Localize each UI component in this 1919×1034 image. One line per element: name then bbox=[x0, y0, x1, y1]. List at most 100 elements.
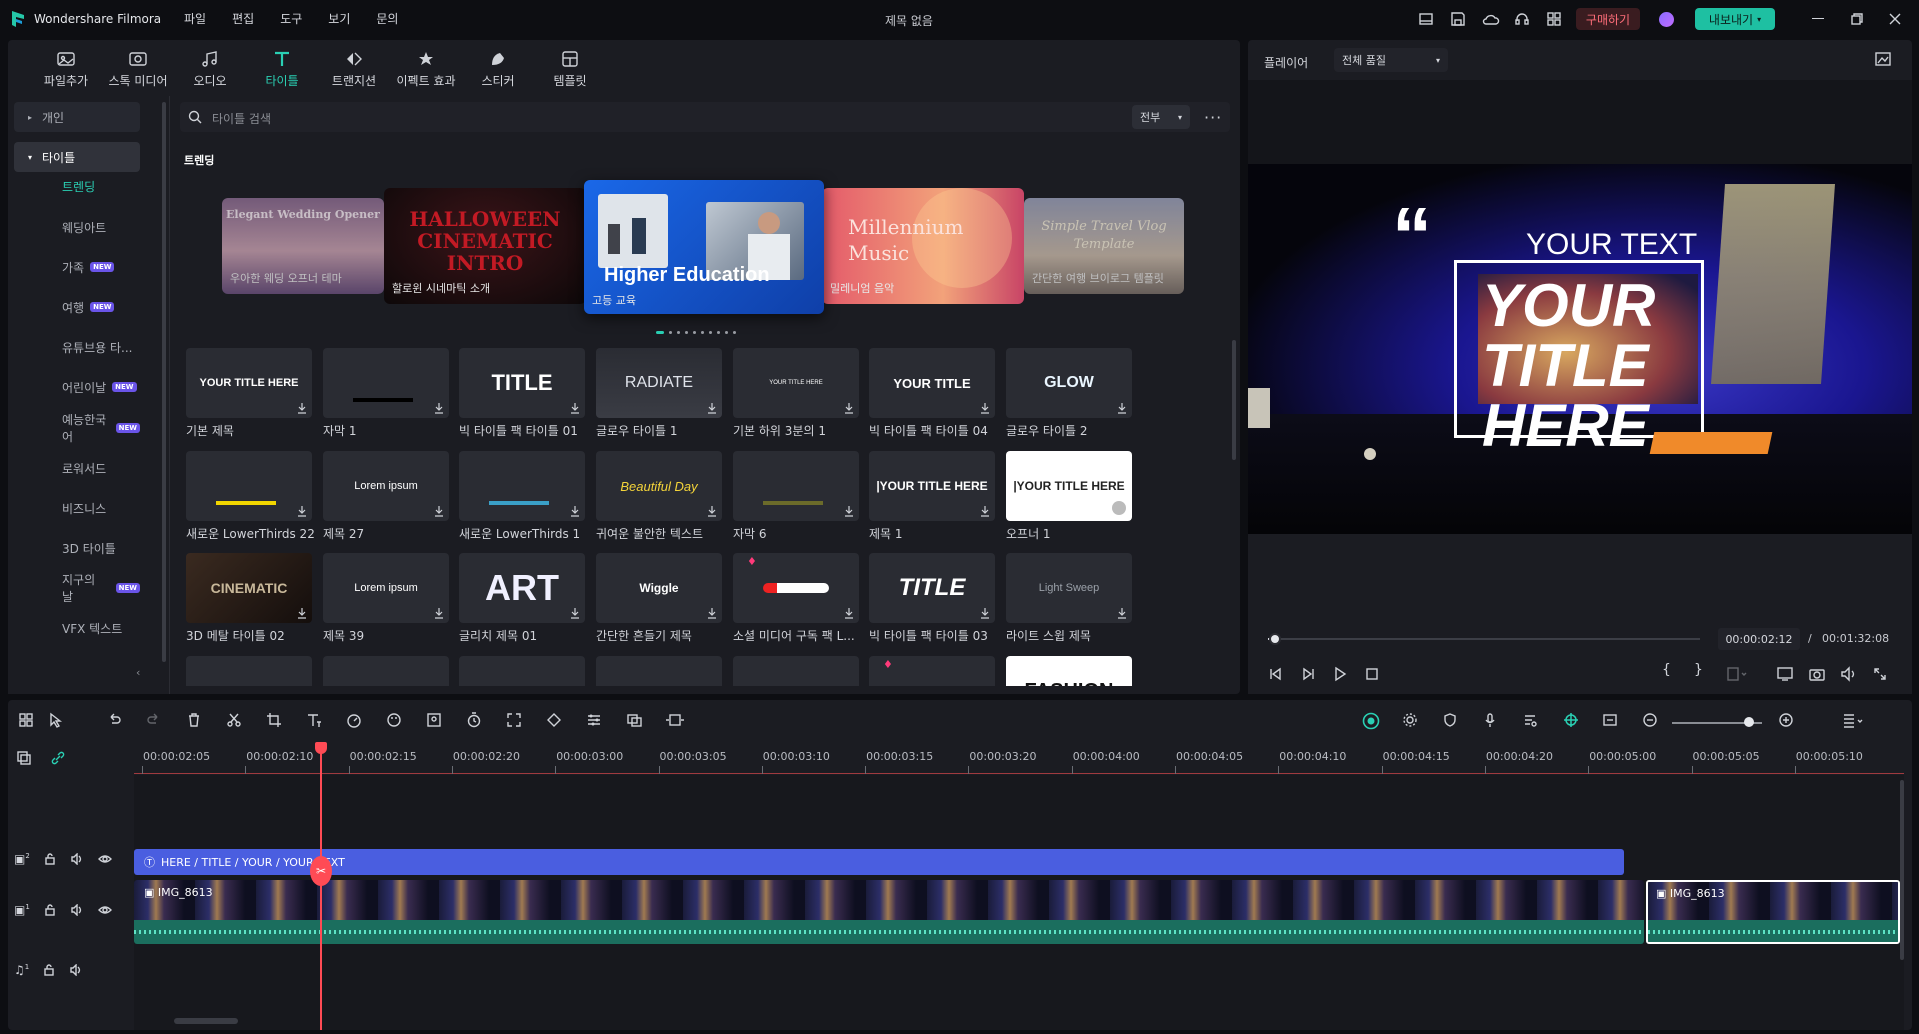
close-icon[interactable] bbox=[1888, 12, 1902, 26]
title-card[interactable]: TITLE bbox=[459, 348, 585, 418]
menu-tools[interactable]: 도구 bbox=[280, 10, 302, 27]
layout-icon[interactable] bbox=[1418, 11, 1434, 27]
title-card[interactable]: ♦ bbox=[869, 656, 995, 686]
tab-titles[interactable]: 타이틀 bbox=[246, 50, 318, 89]
volume-icon[interactable] bbox=[1840, 666, 1858, 682]
title-card[interactable]: TITLE bbox=[869, 553, 995, 623]
play-icon[interactable] bbox=[1332, 666, 1348, 682]
tab-effects[interactable]: 이펙트 효과 bbox=[390, 50, 462, 89]
carousel-dot[interactable] bbox=[733, 331, 736, 334]
link-icon[interactable] bbox=[50, 750, 66, 766]
download-icon[interactable] bbox=[706, 505, 718, 517]
current-time[interactable]: 00:00:02:12 bbox=[1718, 628, 1800, 650]
title-card[interactable]: Wiggle bbox=[596, 553, 722, 623]
title-clip[interactable]: Ⓣ HERE / TITLE / YOUR / YOUR TEXT bbox=[134, 849, 1624, 875]
title-card[interactable] bbox=[323, 656, 449, 686]
save-icon[interactable] bbox=[1450, 11, 1466, 27]
download-icon[interactable] bbox=[706, 402, 718, 414]
filter-dropdown[interactable]: 전부 ▾ bbox=[1132, 105, 1190, 129]
shield-icon[interactable] bbox=[1442, 712, 1464, 734]
timeline-playhead[interactable] bbox=[320, 742, 322, 1030]
camera-snapshot-icon[interactable] bbox=[1808, 666, 1826, 682]
settings-gear-icon[interactable] bbox=[1402, 712, 1424, 734]
marker-dropdown-icon[interactable] bbox=[1726, 666, 1748, 682]
split-marker-icon[interactable]: ✂ bbox=[310, 856, 332, 886]
render-preview-icon[interactable] bbox=[1362, 712, 1384, 734]
sidebar-item-11[interactable]: VFX 텍스트 bbox=[14, 612, 140, 644]
title-card[interactable]: GLOW bbox=[1006, 348, 1132, 418]
video-clip[interactable]: ▣ IMG_8613 bbox=[134, 880, 1644, 944]
more-tools-icon[interactable] bbox=[664, 712, 686, 734]
apps-grid-icon[interactable] bbox=[1546, 11, 1562, 27]
timeline-vertical-scrollbar[interactable] bbox=[1900, 780, 1904, 960]
title-card[interactable]: CINEMATIC bbox=[186, 553, 312, 623]
fullscreen-icon[interactable] bbox=[1872, 666, 1888, 682]
download-icon[interactable] bbox=[706, 607, 718, 619]
carousel-item-higher-education[interactable]: Higher Education 고등 교육 bbox=[584, 180, 824, 314]
carousel-dot[interactable] bbox=[677, 331, 680, 334]
split-scissors-icon[interactable] bbox=[226, 712, 248, 734]
time-ruler[interactable]: 00:00:02:05 00:00:02:10 00:00:02:15 00:00:0… bbox=[134, 740, 1904, 774]
carousel-dot[interactable] bbox=[717, 331, 720, 334]
snap-magnet-icon[interactable] bbox=[1562, 712, 1584, 734]
title-card[interactable]: |YOUR TITLE HERE bbox=[1006, 451, 1132, 521]
grid-scrollbar[interactable] bbox=[1232, 340, 1236, 460]
title-card[interactable] bbox=[323, 348, 449, 418]
sidebar-item-1[interactable]: 웨딩아트 bbox=[14, 211, 140, 243]
download-icon[interactable] bbox=[979, 505, 991, 517]
title-card[interactable] bbox=[459, 451, 585, 521]
title-card[interactable]: YOUR TITLE bbox=[869, 348, 995, 418]
carousel-dot[interactable] bbox=[701, 331, 704, 334]
menu-help[interactable]: 문의 bbox=[376, 10, 398, 27]
sidebar-item-6[interactable]: 예능한국어 NEW bbox=[14, 412, 140, 444]
buy-button[interactable]: 구매하기 bbox=[1576, 8, 1640, 30]
tab-stickers[interactable]: 스티커 bbox=[462, 50, 534, 89]
eye-icon[interactable] bbox=[97, 853, 112, 865]
title-card[interactable]: Beautiful Day bbox=[596, 451, 722, 521]
tab-audio[interactable]: 오디오 bbox=[174, 50, 246, 89]
carousel-dot-active[interactable] bbox=[656, 331, 664, 334]
title-card[interactable] bbox=[186, 451, 312, 521]
playback-scrubber[interactable] bbox=[1268, 638, 1700, 640]
download-icon[interactable] bbox=[1116, 402, 1128, 414]
microphone-icon[interactable] bbox=[1482, 712, 1504, 734]
title-card[interactable] bbox=[733, 656, 859, 686]
select-tool-icon[interactable] bbox=[48, 712, 70, 734]
mark-out-icon[interactable]: } bbox=[1694, 662, 1703, 678]
sidebar-item-0[interactable]: 트렌딩 bbox=[14, 170, 140, 202]
download-icon[interactable] bbox=[843, 505, 855, 517]
sidebar-item-10[interactable]: 지구의 날 NEW bbox=[14, 572, 140, 604]
avatar[interactable] bbox=[1659, 12, 1674, 27]
sidebar-item-7[interactable]: 로워서드 bbox=[14, 452, 140, 484]
more-options-icon[interactable]: ··· bbox=[1204, 108, 1222, 127]
download-icon[interactable] bbox=[296, 402, 308, 414]
sidebar-item-4[interactable]: 유튜브용 타... bbox=[14, 331, 140, 363]
playhead-handle[interactable] bbox=[315, 742, 327, 754]
title-card[interactable] bbox=[596, 656, 722, 686]
tab-stock-media[interactable]: 스톡 미디어 bbox=[102, 50, 174, 89]
download-icon[interactable] bbox=[569, 402, 581, 414]
export-button[interactable]: 내보내기 ▾ bbox=[1695, 8, 1775, 30]
download-icon[interactable] bbox=[296, 505, 308, 517]
title-card[interactable]: YOUR TITLE HERE bbox=[733, 348, 859, 418]
download-icon[interactable] bbox=[296, 607, 308, 619]
playhead-knob[interactable] bbox=[1269, 633, 1281, 645]
display-icon[interactable] bbox=[1776, 666, 1794, 682]
auto-reframe-icon[interactable] bbox=[506, 712, 528, 734]
previous-frame-icon[interactable] bbox=[1268, 666, 1284, 682]
download-icon[interactable] bbox=[979, 607, 991, 619]
sidebar-group-personal[interactable]: ▸ 개인 bbox=[14, 102, 140, 132]
redo-icon[interactable] bbox=[146, 712, 168, 734]
mute-icon[interactable] bbox=[69, 964, 83, 976]
video-clip-selected[interactable]: ▣ IMG_8613 bbox=[1646, 880, 1900, 944]
title-card[interactable]: FILMORA PRESENTS bbox=[186, 656, 312, 686]
sidebar-item-9[interactable]: 3D 타이틀 bbox=[14, 532, 140, 564]
zoom-in-icon[interactable] bbox=[1778, 712, 1800, 734]
title-card[interactable]: ♦ bbox=[733, 553, 859, 623]
carousel-item-travel-vlog[interactable]: Simple Travel Vlog Template 간단한 여행 브이로그 … bbox=[1024, 198, 1184, 294]
title-card[interactable] bbox=[459, 656, 585, 686]
sidebar-item-5[interactable]: 어린이날 NEW bbox=[14, 371, 140, 403]
sidebar-item-8[interactable]: 비즈니스 bbox=[14, 492, 140, 524]
title-card[interactable]: Lorem ipsum bbox=[323, 451, 449, 521]
title-card[interactable]: Lorem ipsum bbox=[323, 553, 449, 623]
